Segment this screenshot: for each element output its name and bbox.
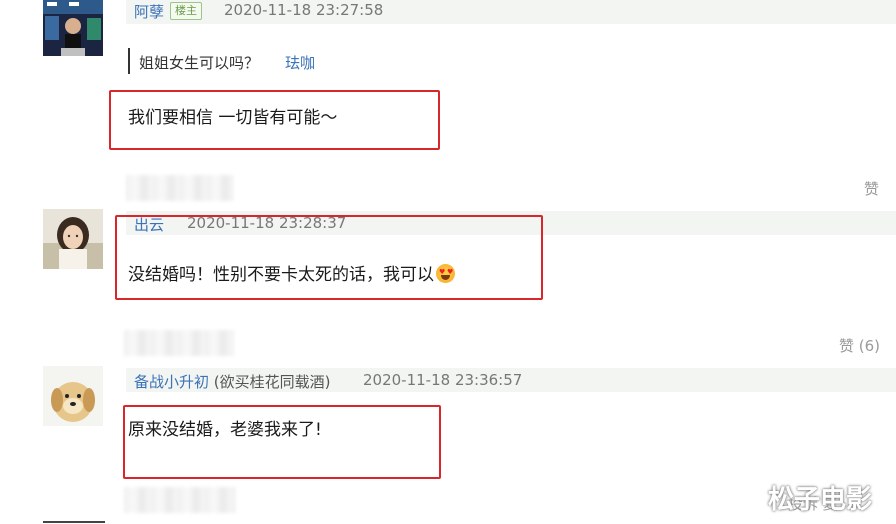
like-button[interactable]: 赞 (6)	[839, 335, 880, 356]
highlight-box	[109, 90, 440, 150]
username[interactable]: 备战小升初 (欲买桂花同载酒)	[134, 371, 331, 392]
username-text[interactable]: 备战小升初	[134, 373, 209, 391]
quote-text: 姐姐女生可以吗？	[139, 54, 260, 72]
user-title: (欲买桂花同载酒)	[213, 373, 331, 391]
blurred-text	[124, 487, 236, 513]
highlight-box	[123, 405, 441, 479]
avatar[interactable]	[43, 0, 103, 56]
comment-time: 2020-11-18 23:36:57	[363, 371, 523, 389]
blurred-text	[126, 175, 234, 201]
username[interactable]: 阿孽	[134, 1, 164, 22]
watermark: 松子电影	[768, 485, 873, 515]
avatar[interactable]	[43, 209, 103, 269]
op-badge: 楼主	[170, 2, 202, 20]
avatar[interactable]	[43, 366, 103, 426]
highlight-box	[115, 215, 543, 300]
quote-user[interactable]: 珐咖	[285, 52, 315, 73]
comment-time: 2020-11-18 23:27:58	[224, 1, 384, 19]
divider	[43, 521, 105, 523]
quote-bar	[128, 48, 130, 74]
like-button[interactable]: 赞	[864, 178, 879, 199]
blurred-text	[124, 330, 234, 356]
